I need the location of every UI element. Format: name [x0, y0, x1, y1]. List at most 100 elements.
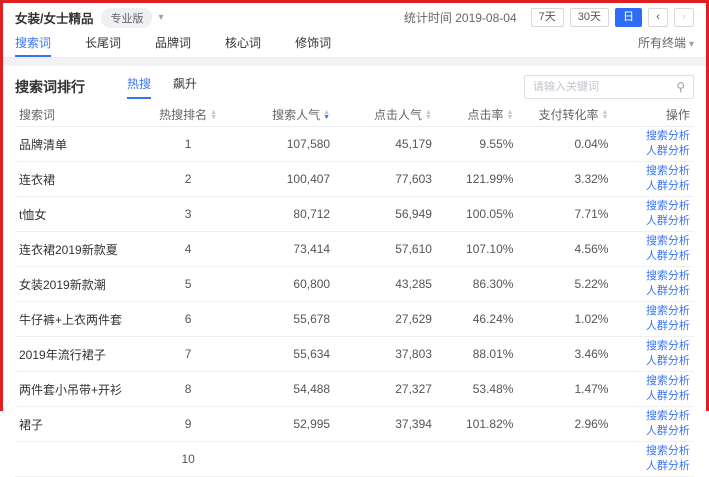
terminal-filter-label: 所有终端: [638, 36, 686, 50]
subtab-rising[interactable]: 飙升: [173, 75, 197, 99]
crowd-analysis-link[interactable]: 人群分析: [646, 179, 690, 194]
crowd-analysis-link[interactable]: 人群分析: [646, 249, 690, 264]
search-analysis-link[interactable]: 搜索分析: [646, 444, 690, 459]
tab-longtail-word[interactable]: 长尾词: [85, 34, 121, 57]
action-cell: 搜索分析 人群分析: [612, 302, 693, 336]
col-header-search-pop[interactable]: 搜索人气▲▼: [232, 104, 334, 125]
keyword-table: 搜索词 热搜排名▲▼ 搜索人气▲▼ 点击人气▲▼ 点击率▲▼ 支付转化率▲▼ 操…: [3, 103, 706, 477]
tab-search-word[interactable]: 搜索词: [15, 34, 51, 57]
col-header-label: 支付转化率: [539, 108, 599, 122]
pay-conv-cell: 1.02%: [517, 310, 612, 328]
search-analysis-link[interactable]: 搜索分析: [646, 129, 690, 144]
range-7d-button[interactable]: 7天: [531, 8, 564, 27]
range-day-button[interactable]: 日: [615, 8, 642, 27]
tab-core-word[interactable]: 核心词: [225, 34, 261, 57]
sort-icon[interactable]: ▲▼: [602, 111, 609, 121]
crowd-analysis-link[interactable]: 人群分析: [646, 214, 690, 229]
col-header-action: 操作: [612, 104, 693, 125]
keyword-cell: 2019年流行裙子: [15, 344, 144, 365]
col-header-click-pop[interactable]: 点击人气▲▼: [334, 104, 436, 125]
range-30d-button[interactable]: 30天: [570, 8, 609, 27]
sort-desc-icon[interactable]: ▲▼: [323, 111, 330, 121]
search-icon[interactable]: ⚲: [676, 80, 685, 94]
word-type-tabs: 搜索词 长尾词 品牌词 核心词 修饰词 所有终端▾: [3, 32, 706, 58]
click-pop-cell: 37,803: [334, 345, 436, 363]
crowd-analysis-link[interactable]: 人群分析: [646, 319, 690, 334]
keyword-cell: 连衣裙: [15, 169, 144, 190]
click-pop-cell: 37,394: [334, 415, 436, 433]
search-analysis-link[interactable]: 搜索分析: [646, 234, 690, 249]
click-pop-cell: 27,629: [334, 310, 436, 328]
crowd-analysis-link[interactable]: 人群分析: [646, 284, 690, 299]
action-cell: 搜索分析 人群分析: [612, 267, 693, 301]
tab-modifier-word[interactable]: 修饰词: [295, 34, 331, 57]
click-pop-cell: 43,285: [334, 275, 436, 293]
pay-conv-cell: 3.46%: [517, 345, 612, 363]
search-pop-cell: 107,580: [232, 135, 334, 153]
prev-date-button[interactable]: ‹: [648, 8, 668, 27]
col-header-label: 点击率: [467, 108, 503, 122]
table-row: 连衣裙 2 100,407 77,603 121.99% 3.32% 搜索分析 …: [15, 162, 694, 197]
action-cell: 搜索分析 人群分析: [612, 442, 693, 476]
pay-conv-cell: 0.04%: [517, 135, 612, 153]
rank-cell: 2: [144, 170, 232, 188]
click-pop-cell: [334, 457, 436, 461]
col-header-label: 操作: [666, 108, 690, 122]
table-row: 2019年流行裙子 7 55,634 37,803 88.01% 3.46% 搜…: [15, 337, 694, 372]
crowd-analysis-link[interactable]: 人群分析: [646, 354, 690, 369]
pay-conv-cell: 2.96%: [517, 415, 612, 433]
search-analysis-link[interactable]: 搜索分析: [646, 269, 690, 284]
keyword-cell: 女装2019新款潮: [15, 274, 144, 295]
search-pop-cell: 54,488: [232, 380, 334, 398]
search-analysis-link[interactable]: 搜索分析: [646, 199, 690, 214]
col-header-rank[interactable]: 热搜排名▲▼: [144, 104, 232, 125]
sort-icon[interactable]: ▲▼: [506, 111, 513, 121]
crowd-analysis-link[interactable]: 人群分析: [646, 144, 690, 159]
rank-cell: 8: [144, 380, 232, 398]
rank-cell: 4: [144, 240, 232, 258]
search-analysis-link[interactable]: 搜索分析: [646, 304, 690, 319]
click-rate-cell: 100.05%: [436, 205, 517, 223]
search-analysis-link[interactable]: 搜索分析: [646, 374, 690, 389]
action-cell: 搜索分析 人群分析: [612, 162, 693, 196]
crowd-analysis-link[interactable]: 人群分析: [646, 389, 690, 404]
keyword-search-input[interactable]: [533, 81, 676, 93]
click-rate-cell: 53.48%: [436, 380, 517, 398]
table-row: 品牌清单 1 107,580 45,179 9.55% 0.04% 搜索分析 人…: [15, 127, 694, 162]
top-bar: 女装/女士精品 专业版 ▾ 统计时间 2019-08-04 7天 30天 日 ‹…: [3, 3, 706, 32]
keyword-cell: [15, 457, 144, 461]
col-header-click-rate[interactable]: 点击率▲▼: [436, 104, 517, 125]
keyword-cell: 裙子: [15, 414, 144, 435]
section-divider: [3, 58, 706, 66]
subtab-hot[interactable]: 热搜: [127, 75, 151, 99]
crowd-analysis-link[interactable]: 人群分析: [646, 459, 690, 474]
table-row: 10 搜索分析 人群分析: [15, 442, 694, 477]
col-header-label: 热搜排名: [159, 108, 207, 122]
action-cell: 搜索分析 人群分析: [612, 197, 693, 231]
chevron-down-icon[interactable]: ▾: [158, 12, 163, 23]
click-pop-cell: 77,603: [334, 170, 436, 188]
table-row: 连衣裙2019新款夏 4 73,414 57,610 107.10% 4.56%…: [15, 232, 694, 267]
click-rate-cell: 101.82%: [436, 415, 517, 433]
search-pop-cell: 60,800: [232, 275, 334, 293]
search-pop-cell: 73,414: [232, 240, 334, 258]
sort-icon[interactable]: ▲▼: [210, 111, 217, 121]
table-row: 两件套小吊带+开衫 8 54,488 27,327 53.48% 1.47% 搜…: [15, 372, 694, 407]
col-header-pay-conv[interactable]: 支付转化率▲▼: [517, 104, 612, 125]
next-date-button[interactable]: ›: [674, 8, 694, 27]
category-title: 女装/女士精品: [15, 8, 93, 27]
search-analysis-link[interactable]: 搜索分析: [646, 409, 690, 424]
analytics-page: { "topbar": { "category": "女装/女士精品", "ba…: [0, 0, 709, 411]
tab-brand-word[interactable]: 品牌词: [155, 34, 191, 57]
search-analysis-link[interactable]: 搜索分析: [646, 164, 690, 179]
search-analysis-link[interactable]: 搜索分析: [646, 339, 690, 354]
crowd-analysis-link[interactable]: 人群分析: [646, 424, 690, 439]
date-controls: 统计时间 2019-08-04 7天 30天 日 ‹ ›: [404, 8, 694, 27]
terminal-filter-dropdown[interactable]: 所有终端▾: [638, 34, 694, 57]
click-rate-cell: 46.24%: [436, 310, 517, 328]
chevron-down-icon: ▾: [689, 39, 694, 50]
pay-conv-cell: [517, 457, 612, 461]
sort-icon[interactable]: ▲▼: [425, 111, 432, 121]
keyword-search-box[interactable]: ⚲: [524, 75, 694, 99]
table-row: 牛仔裤+上衣两件套 6 55,678 27,629 46.24% 1.02% 搜…: [15, 302, 694, 337]
